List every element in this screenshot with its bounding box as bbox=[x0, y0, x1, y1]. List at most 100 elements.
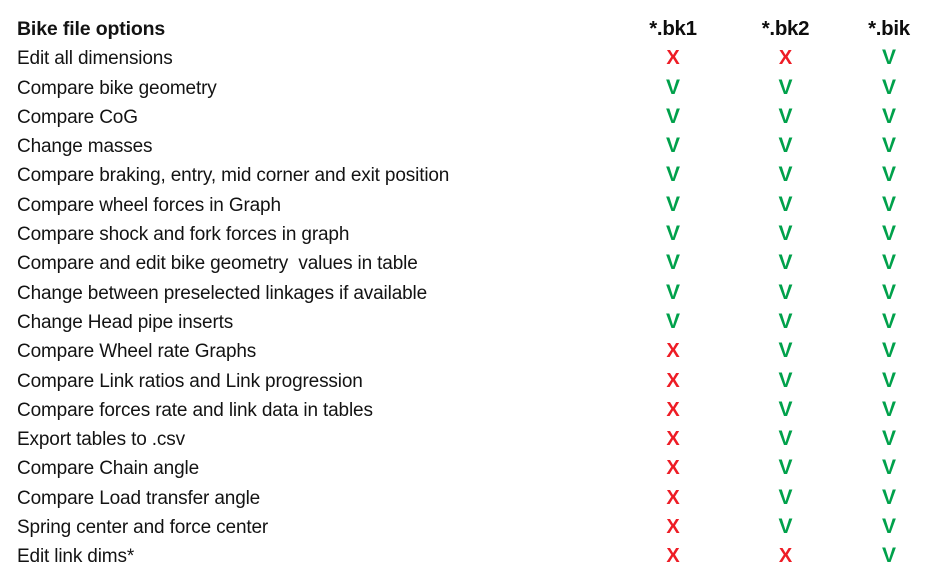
table-row: Edit all dimensions X X V bbox=[0, 43, 936, 72]
check-icon: V bbox=[778, 368, 793, 392]
check-icon: V bbox=[665, 280, 680, 304]
feature-label: Export tables to .csv bbox=[17, 429, 185, 451]
cross-icon: X bbox=[666, 457, 680, 480]
support-cell-bk1: V bbox=[617, 248, 729, 278]
check-icon: V bbox=[881, 485, 896, 509]
check-icon: V bbox=[665, 75, 680, 99]
check-icon: V bbox=[881, 427, 896, 451]
cross-icon: X bbox=[778, 47, 793, 70]
support-cell-bk2: V bbox=[729, 453, 842, 483]
support-cell-bik: V bbox=[842, 278, 936, 308]
check-icon: V bbox=[881, 251, 896, 275]
check-icon: V bbox=[778, 192, 793, 216]
check-icon: V bbox=[881, 339, 896, 363]
check-icon: V bbox=[778, 163, 793, 187]
support-cell-bk1: X bbox=[617, 513, 729, 542]
page-title: Bike file options bbox=[17, 18, 166, 40]
support-cell-bk1: V bbox=[617, 190, 729, 220]
support-cell-bk2: V bbox=[729, 102, 842, 132]
support-cell-bik: V bbox=[842, 512, 936, 542]
check-icon: V bbox=[881, 368, 896, 392]
check-icon: V bbox=[665, 104, 680, 128]
support-cell-bk2: V bbox=[729, 483, 842, 513]
feature-label: Compare shock and fork forces in graph bbox=[17, 224, 350, 246]
support-cell-bik: V bbox=[842, 424, 936, 454]
check-icon: V bbox=[778, 280, 793, 304]
support-cell-bk2: V bbox=[729, 424, 842, 454]
support-cell-bik: V bbox=[842, 453, 936, 483]
feature-label: Change between preselected linkages if a… bbox=[17, 282, 428, 304]
support-cell-bk2: V bbox=[729, 73, 842, 103]
support-cell-bik: V bbox=[842, 190, 936, 220]
support-cell-bik: V bbox=[842, 102, 936, 132]
table-row: Change between preselected linkages if a… bbox=[0, 278, 936, 307]
support-cell-bk2: V bbox=[729, 190, 842, 220]
check-icon: V bbox=[881, 222, 896, 246]
check-icon: V bbox=[778, 515, 793, 539]
support-cell-bk1: V bbox=[617, 219, 729, 249]
check-icon: V bbox=[778, 134, 793, 158]
check-icon: V bbox=[665, 134, 680, 158]
feature-label: Compare Wheel rate Graphs bbox=[17, 341, 257, 363]
support-cell-bk2: V bbox=[729, 278, 842, 308]
support-cell-bk2: X bbox=[729, 44, 842, 73]
feature-label: Change masses bbox=[17, 136, 153, 158]
support-cell-bik: V bbox=[842, 160, 936, 190]
cross-icon: X bbox=[666, 428, 680, 451]
check-icon: V bbox=[665, 309, 680, 333]
check-icon: V bbox=[665, 163, 680, 187]
check-icon: V bbox=[778, 75, 793, 99]
feature-label: Compare Link ratios and Link progression bbox=[17, 370, 363, 392]
check-icon: V bbox=[881, 104, 896, 128]
table-row: Export tables to .csv X V V bbox=[0, 424, 936, 453]
cross-icon: X bbox=[666, 398, 680, 421]
support-cell-bk1: X bbox=[617, 396, 729, 425]
support-cell-bk2: V bbox=[729, 160, 842, 190]
support-cell-bik: V bbox=[842, 336, 936, 366]
cross-icon: X bbox=[778, 545, 793, 568]
table-header-row: Bike file options *.bk1 *.bk2 *.bik bbox=[0, 14, 936, 43]
support-cell-bk2: V bbox=[729, 336, 842, 366]
support-cell-bik: V bbox=[842, 307, 936, 337]
cross-icon: X bbox=[666, 486, 680, 509]
table-row: Compare and edit bike geometry values in… bbox=[0, 248, 936, 277]
check-icon: V bbox=[778, 251, 793, 275]
support-cell-bk1: V bbox=[617, 102, 729, 132]
cross-icon: X bbox=[666, 516, 680, 539]
check-icon: V bbox=[778, 309, 793, 333]
table-body: Edit all dimensions X X V Compare bike geome… bbox=[0, 43, 936, 570]
support-cell-bik: V bbox=[842, 43, 936, 73]
cross-icon: X bbox=[666, 47, 680, 70]
check-icon: V bbox=[665, 251, 680, 275]
support-cell-bik: V bbox=[842, 483, 936, 513]
table-row: Compare Load transfer angle X V V bbox=[0, 483, 936, 512]
check-icon: V bbox=[778, 104, 793, 128]
support-cell-bk2: V bbox=[729, 395, 842, 425]
check-icon: V bbox=[778, 456, 793, 480]
check-icon: V bbox=[881, 397, 896, 421]
check-icon: V bbox=[778, 427, 793, 451]
check-icon: V bbox=[778, 222, 793, 246]
table-row: Compare forces rate and link data in tab… bbox=[0, 395, 936, 424]
check-icon: V bbox=[778, 397, 793, 421]
support-cell-bk1: X bbox=[617, 454, 729, 483]
support-cell-bik: V bbox=[842, 248, 936, 278]
support-cell-bk2: V bbox=[729, 219, 842, 249]
check-icon: V bbox=[881, 134, 896, 158]
support-cell-bk2: V bbox=[729, 248, 842, 278]
feature-label: Spring center and force center bbox=[17, 517, 269, 539]
column-header-bk2: *.bk2 bbox=[761, 17, 810, 40]
support-cell-bk1: X bbox=[617, 484, 729, 513]
support-cell-bik: V bbox=[842, 366, 936, 396]
check-icon: V bbox=[881, 75, 896, 99]
check-icon: V bbox=[881, 456, 896, 480]
check-icon: V bbox=[778, 485, 793, 509]
support-cell-bk2: V bbox=[729, 307, 842, 337]
check-icon: V bbox=[881, 280, 896, 304]
support-cell-bk1: V bbox=[617, 131, 729, 161]
table-row: Compare Chain angle X V V bbox=[0, 453, 936, 482]
support-cell-bk1: X bbox=[617, 542, 729, 571]
table-row: Compare Link ratios and Link progression… bbox=[0, 366, 936, 395]
support-cell-bk1: V bbox=[617, 278, 729, 308]
check-icon: V bbox=[665, 192, 680, 216]
